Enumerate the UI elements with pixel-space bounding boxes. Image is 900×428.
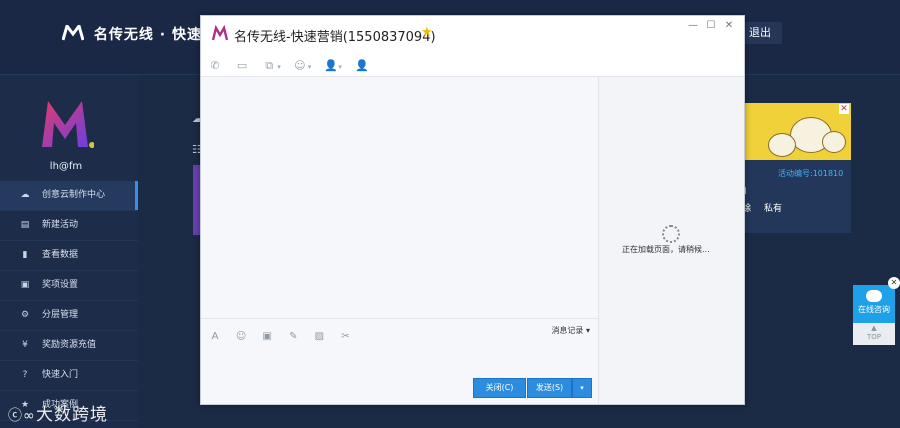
sidebar-item-label: 分层管理 — [42, 310, 79, 320]
watermark-logo-icon: ⓒ∞ — [8, 408, 36, 424]
back-to-top-button[interactable]: ▲ TOP — [853, 323, 895, 345]
apps-icon[interactable]: ☺ — [294, 60, 306, 72]
chevron-down-icon[interactable]: ▾ — [308, 63, 312, 71]
sidebar-item-quick-start[interactable]: ? 快速入门 — [0, 361, 138, 391]
avatar — [42, 101, 94, 148]
sidebar-item-label: 奖项设置 — [42, 280, 79, 290]
chevron-down-icon[interactable]: ▾ — [338, 63, 342, 71]
sidebar-item-label: 快速入门 — [42, 370, 79, 380]
gift-icon: ▣ — [20, 280, 30, 290]
sidebar-item-view-data[interactable]: ▮ 查看数据 — [0, 241, 138, 271]
back-to-top-label: TOP — [866, 333, 881, 341]
question-icon: ? — [22, 370, 28, 380]
add-contact-icon[interactable]: 👤 — [324, 60, 338, 72]
activity-id: 活动编号:101810 — [778, 169, 844, 178]
chat-window-title: 名传无线-快速营销(1550837094) — [234, 30, 436, 45]
sidebar-item-label: 新建活动 — [42, 220, 79, 230]
activity-card[interactable]: ✕ 活动编号:101810 ▮ 除 私有 — [742, 103, 851, 233]
message-history-button[interactable]: 消息记录 ▾ — [551, 325, 590, 336]
document-icon: ▤ — [20, 220, 30, 230]
input-toolbar: A ☺ ▣ ✎ ▨ ✂ 消息记录 ▾ — [201, 318, 598, 342]
close-icon[interactable]: ✕ — [720, 20, 738, 31]
username: lh@fm — [49, 161, 83, 172]
video-icon[interactable]: ▭ — [236, 60, 248, 72]
sidebar-item-reward-recharge[interactable]: ¥ 奖励资源充值 — [0, 331, 138, 361]
window-controls: — ☐ ✕ — [684, 20, 738, 31]
loading-spinner-icon — [662, 225, 680, 243]
cloud-upload-icon: ☁ — [20, 190, 30, 200]
message-input[interactable]: 关闭(C) 发送(S) ▾ — [201, 341, 598, 404]
online-consult-label: 在线咨询 — [858, 305, 890, 314]
sidebar-item-creative-cloud[interactable]: ☁ 创意云制作中心 — [0, 181, 138, 211]
chat-toolbar: ✆ ▭ ⧉ ▾ ☺ ▾ 👤▾ 👤 — [209, 54, 377, 72]
private-button[interactable]: 私有 — [764, 201, 782, 214]
book-icon: ▮ — [22, 250, 28, 260]
gear-icon: ⚙ — [20, 310, 30, 320]
minimize-icon[interactable]: — — [684, 20, 702, 31]
contact-avatar — [210, 24, 230, 44]
close-icon[interactable]: ✕ — [888, 277, 900, 289]
sidebar-item-new-activity[interactable]: ▤ 新建活动 — [0, 211, 138, 241]
close-icon[interactable]: ✕ — [839, 104, 849, 114]
activity-card-image: ✕ — [742, 103, 851, 160]
chevron-down-icon: ▾ — [585, 326, 590, 335]
close-button[interactable]: 关闭(C) — [473, 378, 526, 398]
watermark: ⓒ∞大数跨境 — [8, 400, 108, 425]
sidebar-item-label: 奖励资源充值 — [42, 340, 97, 350]
side-panel: 正在加载页面，请稍候... — [599, 77, 744, 404]
sidebar-item-label: 查看数据 — [42, 250, 79, 260]
sidebar-item-layer-management[interactable]: ⚙ 分层管理 — [0, 301, 138, 331]
watermark-text: 大数跨境 — [36, 405, 108, 425]
sidebar-item-prize-settings[interactable]: ▣ 奖项设置 — [0, 271, 138, 301]
brand-logo-icon — [62, 25, 84, 41]
phone-icon[interactable]: ✆ — [209, 60, 221, 72]
send-options-dropdown[interactable]: ▾ — [572, 378, 592, 398]
sidebar-item-label: 创意云制作中心 — [42, 190, 106, 200]
yen-icon: ¥ — [22, 340, 28, 350]
sidebar: lh@fm ☁ 创意云制作中心 ▤ 新建活动 ▮ 查看数据 ▣ 奖项设置 ⚙ 分层管理 ¥… — [0, 75, 138, 428]
message-history-label: 消息记录 — [551, 326, 584, 335]
chat-bubble-icon — [866, 290, 882, 302]
contact-settings-icon[interactable]: 👤 — [355, 60, 369, 72]
send-button[interactable]: 发送(S) — [527, 378, 572, 398]
message-history-area[interactable] — [201, 77, 598, 318]
maximize-icon[interactable]: ☐ — [702, 20, 720, 31]
star-icon[interactable]: ★ — [421, 25, 433, 40]
chat-window: 名传无线-快速营销(1550837094) ★ — ☐ ✕ ✆ ▭ ⧉ ▾ ☺ ▾ 👤▾… — [200, 15, 745, 405]
online-consult-button[interactable]: 在线咨询 — [853, 285, 895, 323]
chevron-down-icon[interactable]: ▾ — [277, 63, 281, 71]
sidebar-menu: ☁ 创意云制作中心 ▤ 新建活动 ▮ 查看数据 ▣ 奖项设置 ⚙ 分层管理 ¥ 奖励资源充值… — [0, 181, 138, 421]
share-screen-icon[interactable]: ⧉ — [263, 60, 275, 72]
chevron-up-icon: ▲ — [871, 324, 877, 332]
loading-text: 正在加载页面，请稍候... — [622, 245, 710, 254]
